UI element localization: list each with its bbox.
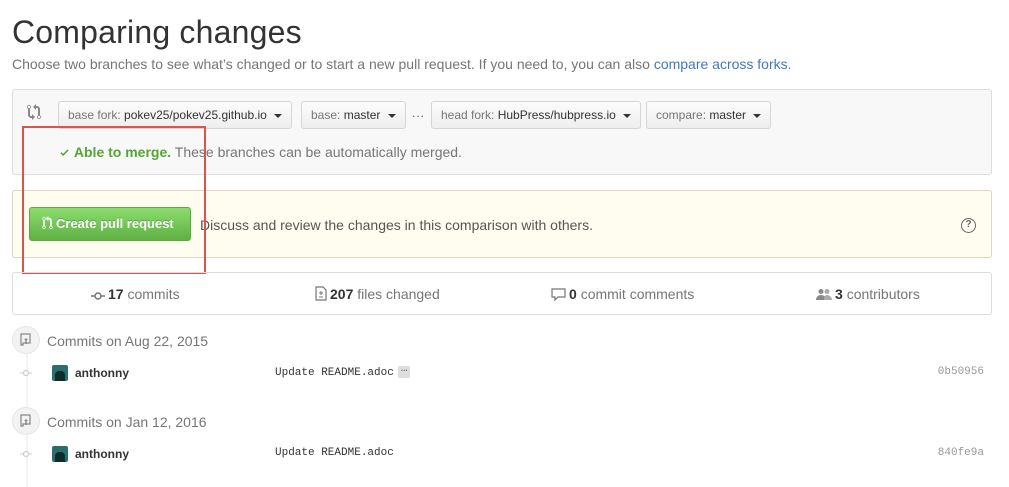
head-fork-value: HubPress/hubpress.io (497, 108, 616, 122)
people-icon (816, 289, 832, 300)
files-label: files changed (357, 286, 440, 302)
expand-message-button[interactable]: … (397, 364, 411, 378)
head-fork-prefix: head fork: (441, 108, 495, 122)
commit-row: anthonny Update README.adoc… 0b50956 (12, 361, 992, 385)
files-count: 207 (330, 286, 354, 302)
question-icon[interactable]: ? (961, 218, 976, 233)
comment-icon (551, 288, 566, 302)
commit-icon (20, 369, 32, 377)
head-fork-select[interactable]: head fork: HubPress/hubpress.io (431, 101, 642, 129)
commit-group-label: Commits on Jan 12, 2016 (47, 414, 207, 430)
commit-message: Update README.adoc… (275, 364, 411, 379)
repo-push-icon (12, 326, 40, 354)
compare-branch-value: master (709, 108, 747, 122)
contributors-count: 3 (835, 286, 843, 302)
comments-count: 0 (569, 286, 577, 302)
summary-files-changed[interactable]: 207 files changed (315, 286, 440, 302)
contributors-label: contributors (846, 286, 920, 302)
commit-row: anthonny Update README.adoc 840fe9a (12, 442, 992, 466)
commits-count: 17 (108, 286, 124, 302)
commit-icon (91, 292, 105, 300)
commit-group-label: Commits on Aug 22, 2015 (47, 333, 209, 349)
commit-message-link[interactable]: Update README.adoc (275, 367, 394, 379)
summary-commit-comments[interactable]: 0 commit comments (551, 286, 694, 302)
compare-across-forks-link[interactable]: compare across forks (654, 56, 788, 72)
avatar[interactable] (52, 365, 68, 381)
caret-down-icon (274, 113, 283, 118)
page-subtitle: Choose two branches to see what’s change… (12, 56, 792, 72)
base-branch-prefix: base: (311, 108, 341, 122)
compare-branch-prefix: compare: (656, 108, 707, 122)
page-title: Comparing changes (12, 14, 302, 50)
base-branch-value: master (343, 108, 381, 122)
comments-label: commit comments (580, 286, 695, 302)
pr-description: Discuss and review the changes in this c… (200, 217, 593, 233)
repo-push-icon (12, 407, 40, 435)
commit-author[interactable]: anthonny (75, 366, 129, 380)
base-fork-value: pokev25/pokev25.github.io (124, 108, 267, 122)
file-diff-icon (315, 286, 327, 301)
commit-author[interactable]: anthonny (75, 447, 129, 461)
base-branch-select[interactable]: base: master (301, 101, 406, 129)
commit-sha[interactable]: 0b50956 (938, 366, 984, 378)
subtitle-text: Choose two branches to see what’s change… (12, 56, 650, 72)
commit-sha[interactable]: 840fe9a (938, 447, 984, 459)
annotation-highlight-box (22, 126, 206, 274)
range-dots: ... (412, 106, 426, 120)
subtitle-end: . (787, 56, 792, 72)
caret-down-icon (623, 113, 632, 118)
summary-commits[interactable]: 17 commits (91, 286, 180, 302)
compare-icon (27, 104, 43, 122)
compare-summary: 17 commits 207 files changed 0 commit co… (12, 272, 992, 315)
commit-message-link[interactable]: Update README.adoc (275, 447, 394, 459)
caret-down-icon (753, 113, 762, 118)
base-fork-prefix: base fork: (68, 108, 121, 122)
commit-message: Update README.adoc (275, 447, 394, 459)
compare-branch-select[interactable]: compare: master (646, 101, 772, 129)
commit-icon (20, 450, 32, 458)
avatar[interactable] (52, 446, 68, 462)
summary-contributors[interactable]: 3 contributors (816, 286, 920, 302)
base-fork-select[interactable]: base fork: pokev25/pokev25.github.io (58, 101, 293, 129)
merge-description: These branches can be automatically merg… (174, 144, 462, 160)
commits-label: commits (127, 286, 180, 302)
caret-down-icon (387, 113, 396, 118)
